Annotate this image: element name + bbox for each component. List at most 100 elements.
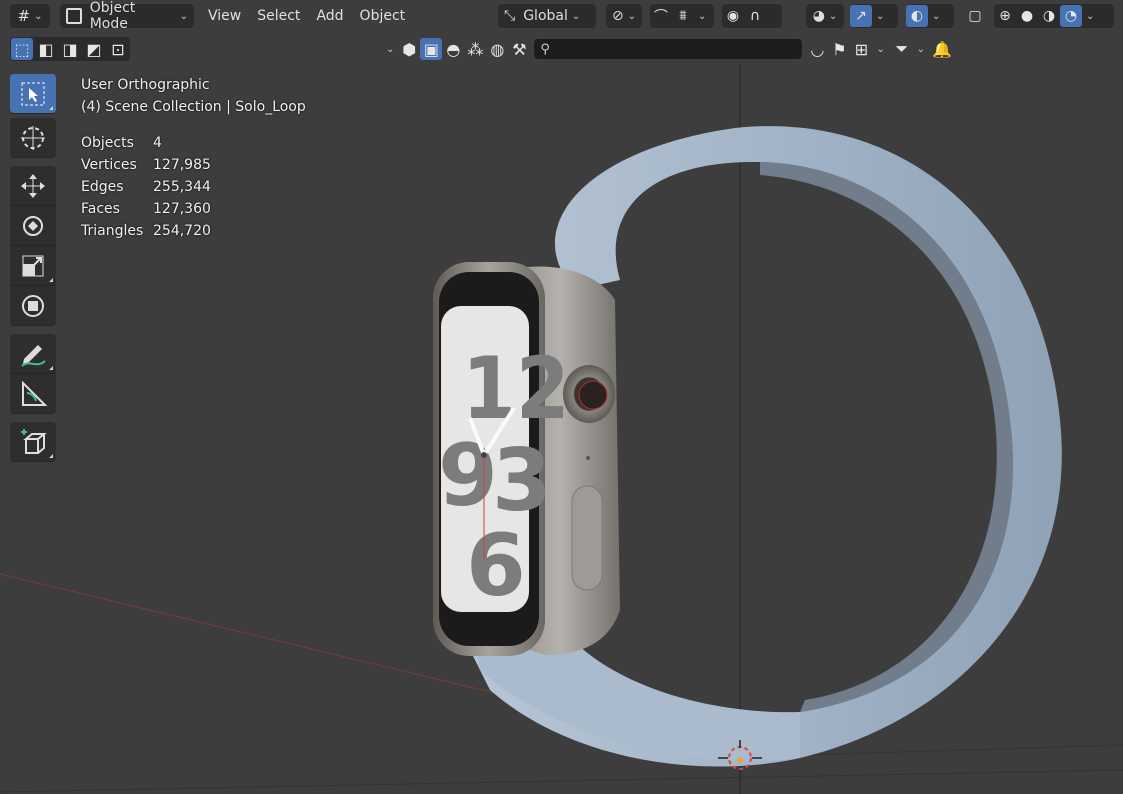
- select-subtract-icon[interactable]: ◨: [59, 38, 81, 60]
- stat-label: Edges: [81, 179, 124, 195]
- tool-rotate[interactable]: [10, 206, 56, 246]
- selection-mode-group: ⬚ ◧ ◨ ◩ ⊡: [10, 36, 130, 62]
- hierarchy-icon[interactable]: ⊞: [850, 38, 872, 60]
- move-icon: [21, 173, 45, 198]
- scene-stats: Objects 4 Vertices 127,985 Edges 255,344 Fa…: [81, 132, 306, 242]
- orientation-icon: ⤡: [504, 8, 516, 24]
- select-new-icon[interactable]: ⬚: [11, 38, 33, 60]
- transform-orientation-dropdown[interactable]: ⤡ Global ⌄: [498, 4, 596, 28]
- menu-object[interactable]: Object: [352, 4, 414, 28]
- shading-group: ⊕ ● ◑ ◔ ⌄: [994, 4, 1114, 28]
- stat-label: Vertices: [81, 157, 137, 173]
- chevron-down-icon[interactable]: ⌄: [932, 11, 940, 22]
- stat-value: 127,985: [153, 157, 211, 173]
- filter-icon[interactable]: ⏷: [891, 38, 913, 60]
- header-menu: View Select Add Object: [200, 4, 413, 28]
- tool-add-cube[interactable]: [10, 422, 56, 462]
- collection-info: (4) Scene Collection | Solo_Loop: [81, 99, 306, 115]
- tool-shelf: [10, 74, 60, 462]
- transform-icon: [22, 294, 44, 317]
- filter-light-icon[interactable]: ⁂: [464, 38, 486, 60]
- stat-row: Faces 127,360: [81, 198, 306, 220]
- annotate-icon: [21, 344, 46, 367]
- falloff-icon[interactable]: ∩: [744, 5, 766, 27]
- chevron-down-icon[interactable]: ⌄: [698, 11, 706, 22]
- stat-value: 255,344: [153, 179, 211, 195]
- tool-annotate[interactable]: [10, 334, 56, 374]
- snap-group: ⌒ ⩩ ⌄: [650, 4, 714, 28]
- solid-shading-icon[interactable]: ●: [1016, 5, 1038, 27]
- chevron-down-icon[interactable]: ⌄: [876, 44, 884, 55]
- numeral-6: 6: [466, 516, 526, 616]
- display-mode-icon[interactable]: ⬢: [398, 38, 420, 60]
- visibility-button[interactable]: ◕ ⌄: [806, 4, 844, 28]
- chevron-down-icon[interactable]: ⌄: [386, 44, 394, 55]
- search-icon: ⚲: [540, 41, 550, 57]
- object-mode-icon: [66, 8, 82, 24]
- chevron-down-icon[interactable]: ⌄: [917, 44, 925, 55]
- select-invert-icon[interactable]: ◩: [83, 38, 105, 60]
- mode-label: Object Mode: [89, 0, 136, 32]
- tool-select-box[interactable]: [10, 74, 56, 114]
- snap-increment-icon[interactable]: ⩩: [672, 5, 694, 27]
- add-cube-icon: [21, 428, 47, 454]
- proportional-edit-icon[interactable]: ◉: [722, 5, 744, 27]
- snap-icon[interactable]: ⌒: [650, 5, 672, 27]
- overlays-icon[interactable]: ◐: [906, 5, 928, 27]
- chevron-down-icon[interactable]: ⌄: [1086, 11, 1094, 22]
- pivot-icon: ⊘: [611, 8, 624, 24]
- 3d-viewport[interactable]: 12 9 3 6 # ⌄ Object Mode ⌄ View Select A…: [0, 0, 1123, 794]
- numeral-9: 9: [438, 426, 498, 526]
- search-input[interactable]: ⚲: [534, 39, 803, 59]
- restrict-columns-icon[interactable]: ◡: [806, 38, 828, 60]
- stat-row: Objects 4: [81, 132, 306, 154]
- stat-value: 127,360: [153, 201, 211, 217]
- filter-world-icon[interactable]: ◍: [486, 38, 508, 60]
- stat-row: Triangles 254,720: [81, 220, 306, 242]
- stat-label: Objects: [81, 135, 134, 151]
- transform-orientation-label: Global: [523, 8, 568, 24]
- chevron-down-icon: ⌄: [627, 10, 637, 22]
- rendered-shading-icon[interactable]: ◔: [1060, 5, 1082, 27]
- scale-icon: [22, 255, 44, 276]
- notification-bell-icon[interactable]: 🔔: [931, 38, 953, 60]
- gizmo-icon[interactable]: ↗: [850, 5, 872, 27]
- chevron-down-icon: ⌄: [571, 10, 581, 22]
- viewport-info-overlay: User Orthographic (4) Scene Collection |…: [81, 74, 306, 242]
- view-name: User Orthographic: [81, 77, 210, 93]
- filter-object-icon[interactable]: ▣: [420, 38, 443, 60]
- eye-icon: ◕: [812, 8, 825, 24]
- wireframe-shading-icon[interactable]: ⊕: [994, 5, 1016, 27]
- editor-type-button[interactable]: # ⌄: [10, 4, 50, 28]
- cursor-icon: [21, 125, 45, 150]
- bookmark-icon[interactable]: ⚑: [828, 38, 850, 60]
- stat-row: Vertices 127,985: [81, 154, 306, 176]
- chevron-down-icon: ⌄: [179, 10, 188, 22]
- tool-move[interactable]: [10, 166, 56, 206]
- outliner-header: ⌄ ⬢ ▣ ◓ ⁂ ◍ ⚒ ⚲ ◡ ⚑ ⊞ ⌄ ⏷ ⌄ 🔔: [380, 36, 953, 62]
- tool-measure[interactable]: [10, 374, 56, 414]
- filter-other-icon[interactable]: ⚒: [508, 38, 530, 60]
- pivot-point-button[interactable]: ⊘ ⌄: [606, 4, 642, 28]
- stat-value: 4: [153, 135, 162, 151]
- select-extend-icon[interactable]: ◧: [35, 38, 57, 60]
- tool-scale[interactable]: [10, 246, 56, 286]
- stat-label: Triangles: [81, 223, 144, 239]
- tool-transform[interactable]: [10, 286, 56, 326]
- select-box-icon: [21, 82, 45, 105]
- menu-view[interactable]: View: [200, 4, 249, 28]
- select-intersect-icon[interactable]: ⊡: [107, 38, 129, 60]
- stat-row: Edges 255,344: [81, 176, 306, 198]
- stat-label: Faces: [81, 201, 120, 217]
- chevron-down-icon[interactable]: ⌄: [876, 11, 884, 22]
- xray-icon[interactable]: ▢: [964, 5, 986, 27]
- material-shading-icon[interactable]: ◑: [1038, 5, 1060, 27]
- tool-cursor[interactable]: [10, 118, 56, 158]
- mode-dropdown[interactable]: Object Mode ⌄: [60, 0, 194, 32]
- menu-add[interactable]: Add: [308, 4, 351, 28]
- filter-mesh-icon[interactable]: ◓: [442, 38, 464, 60]
- proportional-edit-group: ◉ ∩: [722, 4, 782, 28]
- menu-select[interactable]: Select: [249, 4, 308, 28]
- rotate-icon: [23, 215, 43, 236]
- viewport-header: # ⌄ Object Mode ⌄ View Select Add Object …: [0, 0, 1123, 32]
